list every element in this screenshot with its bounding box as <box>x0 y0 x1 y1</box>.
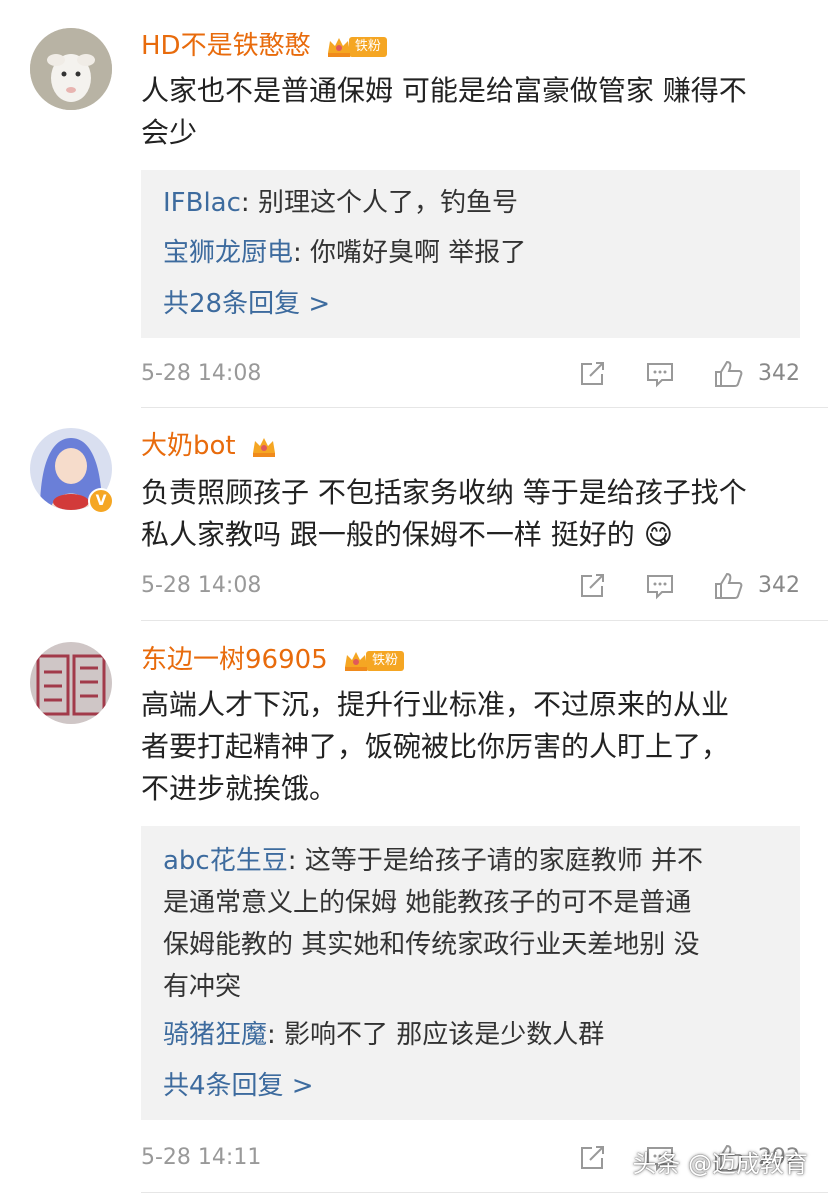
crown-icon <box>325 33 353 61</box>
username[interactable]: HD不是铁憨憨 铁粉 <box>141 28 387 65</box>
reply-item[interactable]: IFBlac: 别理这个人了，钓鱼号 <box>163 182 779 224</box>
comment-icon[interactable] <box>645 572 673 600</box>
like-icon[interactable] <box>712 358 744 390</box>
divider <box>141 620 828 621</box>
avatar[interactable] <box>30 642 112 724</box>
timestamp: 5-28 14:08 <box>141 361 262 386</box>
reply-text-line: 有冲突 <box>163 972 242 1002</box>
comment-meta: 5-28 14:08 342 <box>141 566 800 606</box>
comment-text: 人家也不是普通保姆 可能是给富豪做管家 赚得不 会少 <box>141 74 747 149</box>
fan-badge-label: 铁粉 <box>365 651 404 671</box>
share-icon[interactable] <box>578 1144 606 1172</box>
reply-item[interactable]: abc花生豆: 这等于是给孩子请的家庭教师 并不 <box>163 840 779 882</box>
fan-badge-label: 铁粉 <box>348 37 387 57</box>
more-replies-link[interactable]: 共4条回复 > <box>163 1066 314 1106</box>
timestamp: 5-28 14:11 <box>141 1145 262 1170</box>
username[interactable]: 东边一树96905 铁粉 <box>141 642 404 679</box>
watermark: 头条 @迈成教育 <box>632 1150 808 1178</box>
emoji-icon: 😋 <box>643 518 673 551</box>
reply-text-line: 保姆能教的 其实她和传统家政行业天差地别 没 <box>163 930 700 960</box>
reply-box[interactable]: IFBlac: 别理这个人了，钓鱼号 宝狮龙厨电: 你嘴好臭啊 举报了 共28条… <box>141 170 800 338</box>
reply-box[interactable]: abc花生豆: 这等于是给孩子请的家庭教师 并不 是通常意义上的保姆 她能教孩子… <box>141 826 800 1120</box>
fan-badge <box>250 429 278 465</box>
crown-icon <box>250 433 278 461</box>
comment-text: 负责照顾孩子 不包括家务收纳 等于是给孩子找个 私人家教吗 跟一般的保姆不一样 … <box>141 476 747 551</box>
comment-icon[interactable] <box>645 360 673 388</box>
like-count: 342 <box>758 361 800 386</box>
comment-meta: 5-28 14:08 342 <box>141 354 800 394</box>
reply-item[interactable]: 骑猪狂魔: 影响不了 那应该是少数人群 <box>163 1014 779 1056</box>
divider <box>141 1192 828 1193</box>
fan-badge: 铁粉 <box>342 643 404 679</box>
verified-badge-icon: V <box>88 488 114 514</box>
comment-text: 高端人才下沉，提升行业标准，不过原来的从业 者要打起精神了，饭碗被比你厉害的人盯… <box>141 688 730 805</box>
avatar[interactable] <box>30 28 112 110</box>
reply-item[interactable]: 宝狮龙厨电: 你嘴好臭啊 举报了 <box>163 232 779 274</box>
crown-icon <box>342 647 370 675</box>
timestamp: 5-28 14:08 <box>141 573 262 598</box>
reply-text-line: 是通常意义上的保姆 她能教孩子的可不是普通 <box>163 888 692 918</box>
share-icon[interactable] <box>578 572 606 600</box>
like-count: 342 <box>758 573 800 598</box>
fan-badge: 铁粉 <box>325 29 387 65</box>
like-icon[interactable] <box>712 570 744 602</box>
username[interactable]: 大奶bot <box>141 428 278 465</box>
share-icon[interactable] <box>578 360 606 388</box>
divider <box>141 407 828 408</box>
more-replies-link[interactable]: 共28条回复 > <box>163 284 330 324</box>
